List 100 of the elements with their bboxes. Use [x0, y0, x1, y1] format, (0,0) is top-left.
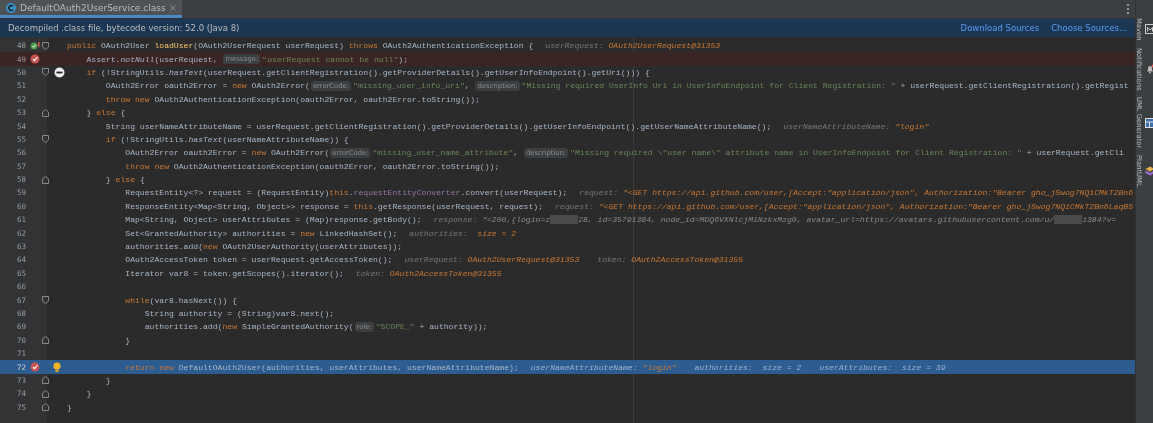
keyword: if [85, 67, 98, 77]
keyword: if [104, 134, 117, 144]
code-text: String userNameAttributeName = userRequest.getClientRegistration().getProviderDetails().getUserInfoEndpoint().getUserNameAttributeName(); [104, 121, 772, 131]
field-name: requestEntityConverter [353, 188, 461, 198]
debug-value: OAuth2UserRequest@31353 [608, 41, 721, 51]
code-text: (var8.hasNext()) { [149, 295, 237, 305]
code-text: OAuth2AuthenticationException(oauth2Error, oauth2Error.toString()); [154, 94, 480, 104]
method-name: hasText [188, 134, 223, 144]
code-text: OAuth2AccessToken token = userRequest.getAccessToken(); [124, 255, 393, 265]
code-text: ResponseEntity<Map<String, Object>> response = [124, 201, 350, 211]
keyword: new [232, 81, 248, 91]
keyword: throw new [104, 94, 151, 104]
debug-value: "<GET https://api.github.com/user,[Accept:"application/json", Authorization:"Bearer gho_jSwog7NQ1CMkT2Bn6LaqBS [598, 201, 1133, 211]
file-tab[interactable]: DefaultOAuth2UserService.class [0, 0, 182, 18]
debug-label: userAttributes: [819, 362, 894, 372]
string-literal: "missing_user_name_attribute" [372, 148, 514, 158]
code-text: LinkedHashSet(); [319, 228, 398, 238]
code-text: RequestEntity<?> request = (RequestEntity) [124, 188, 330, 198]
keyword: else [96, 108, 117, 118]
code-text: } [104, 375, 111, 385]
keyword: new [222, 322, 238, 332]
fold-icon[interactable] [41, 68, 49, 77]
tool-icon [1144, 24, 1153, 35]
code-text: SimpleGrantedAuthority( [241, 322, 354, 332]
bulb-icon[interactable] [53, 361, 61, 373]
source-link[interactable]: Download Sources [960, 23, 1040, 33]
string-literal: "userRequest cannot be null" [262, 54, 399, 64]
code-text: Iterator var8 = token.getScopes().iterator(); [124, 268, 344, 278]
info-message: Decompiled .class file, bytecode version: 52.0 (Java 8) [8, 23, 240, 33]
code-text: Set<GrantedAuthority> authorities = [124, 228, 297, 238]
code-text: (OAuth2UserRequest userRequest) [193, 41, 345, 51]
method-name: loadUser [154, 41, 194, 51]
code-text: , [464, 81, 471, 91]
debug-value: size = 39 [901, 362, 946, 372]
debug-value: OAuth2UserRequest@31353 [467, 255, 580, 265]
fold-icon[interactable] [41, 108, 49, 117]
fold-icon[interactable] [41, 41, 49, 50]
debug-label: request: [555, 201, 595, 211]
code-text: , [513, 148, 520, 158]
string-literal: "missing_user_info_uri" [353, 81, 465, 91]
keyword: this [329, 188, 349, 198]
code-text: authorities.add( [143, 322, 223, 332]
redacted-block [1054, 215, 1083, 225]
debug-label: authorities: [409, 228, 469, 238]
minus-circle-icon[interactable] [54, 66, 65, 78]
code-text: .getResponse(userRequest, request); [373, 201, 543, 211]
method-name: notNull [120, 54, 155, 64]
debug-value: "<200,{login=z [482, 215, 551, 225]
debug-value: "login" [895, 121, 929, 131]
debug-label: token: [597, 255, 628, 265]
code-text: OAuth2AuthenticationException(oauth2Error, oauth2Error.toString()); [173, 161, 500, 171]
debug-value: 28, id=35791384, node_id=MDQ6VXNlcjM1NzkxMzg0, avatar_url=https://avatars.githubusercontent.com/u/ [578, 215, 1055, 225]
code-text: (!StringUtils. [101, 67, 169, 77]
debug-value: OAuth2AccessToken@31355 [389, 268, 502, 278]
code-text: OAuth2Error oauth2Error = [104, 81, 229, 91]
code-text: Assert. [85, 54, 121, 64]
code-text: } [85, 389, 92, 399]
method-breakpoint-icon[interactable] [30, 40, 40, 51]
code-text: + userRequest.getCli [1025, 148, 1124, 158]
code-text: DefaultOAuth2User(authorities, userAttributes, userNameAttributeName); [178, 362, 519, 372]
fold-icon[interactable] [41, 135, 49, 144]
source-link[interactable]: Choose Sources... [1051, 23, 1127, 33]
debug-label: userRequest: [404, 255, 464, 265]
string-literal: "SCOPE_" [375, 322, 415, 332]
code-text: authorities.add( [124, 242, 203, 252]
class-icon [6, 2, 16, 13]
close-icon[interactable] [169, 4, 176, 11]
code-text: + userRequest.getClientRegistration().getRegist [899, 81, 1129, 91]
debug-label: token: [355, 268, 386, 278]
bell-icon [1144, 63, 1153, 74]
code-text: } [85, 108, 93, 118]
more-icon[interactable] [1124, 3, 1132, 15]
code-text: OAuth2Error( [251, 81, 310, 91]
fold-icon[interactable] [41, 296, 49, 305]
string-literal: "Missing required \"user name\" attribute name in UserInfoEndpoint for Client Registration: " [570, 148, 1022, 158]
keyword: return new [124, 362, 175, 372]
debug-value: size = 2 [762, 362, 802, 372]
debug-value: 1384?v= [1082, 215, 1117, 225]
debug-label: userRequest: [545, 41, 605, 51]
debug-value: size = 2 [477, 228, 517, 238]
fold-icon[interactable] [41, 175, 49, 184]
breakpoint-icon[interactable] [30, 362, 40, 373]
string-literal: "Missing required UserInfo Uri in UserInfoEndpoint for Client Registration: " [521, 81, 896, 91]
keyword: new [251, 148, 268, 158]
breakpoint-icon[interactable] [30, 54, 40, 65]
code-text: { [120, 108, 126, 118]
tool-icon [1144, 166, 1153, 177]
code-text: ); [398, 54, 408, 64]
debug-value: OAuth2AccessToken@31355 [631, 255, 743, 265]
keyword: throws [348, 41, 379, 51]
code-text: { [139, 175, 145, 185]
redacted-block [550, 215, 579, 225]
fold-icon[interactable] [41, 336, 49, 345]
keyword: else [115, 175, 136, 185]
code-text: OAuth2Error oauth2Error = [124, 148, 248, 158]
code-text: } [124, 335, 131, 345]
debug-label: userNameAttributeName: [783, 121, 892, 131]
code-text: .convert(userRequest); [460, 188, 568, 198]
code-text: . [348, 188, 354, 198]
tool-icon [1144, 117, 1153, 128]
